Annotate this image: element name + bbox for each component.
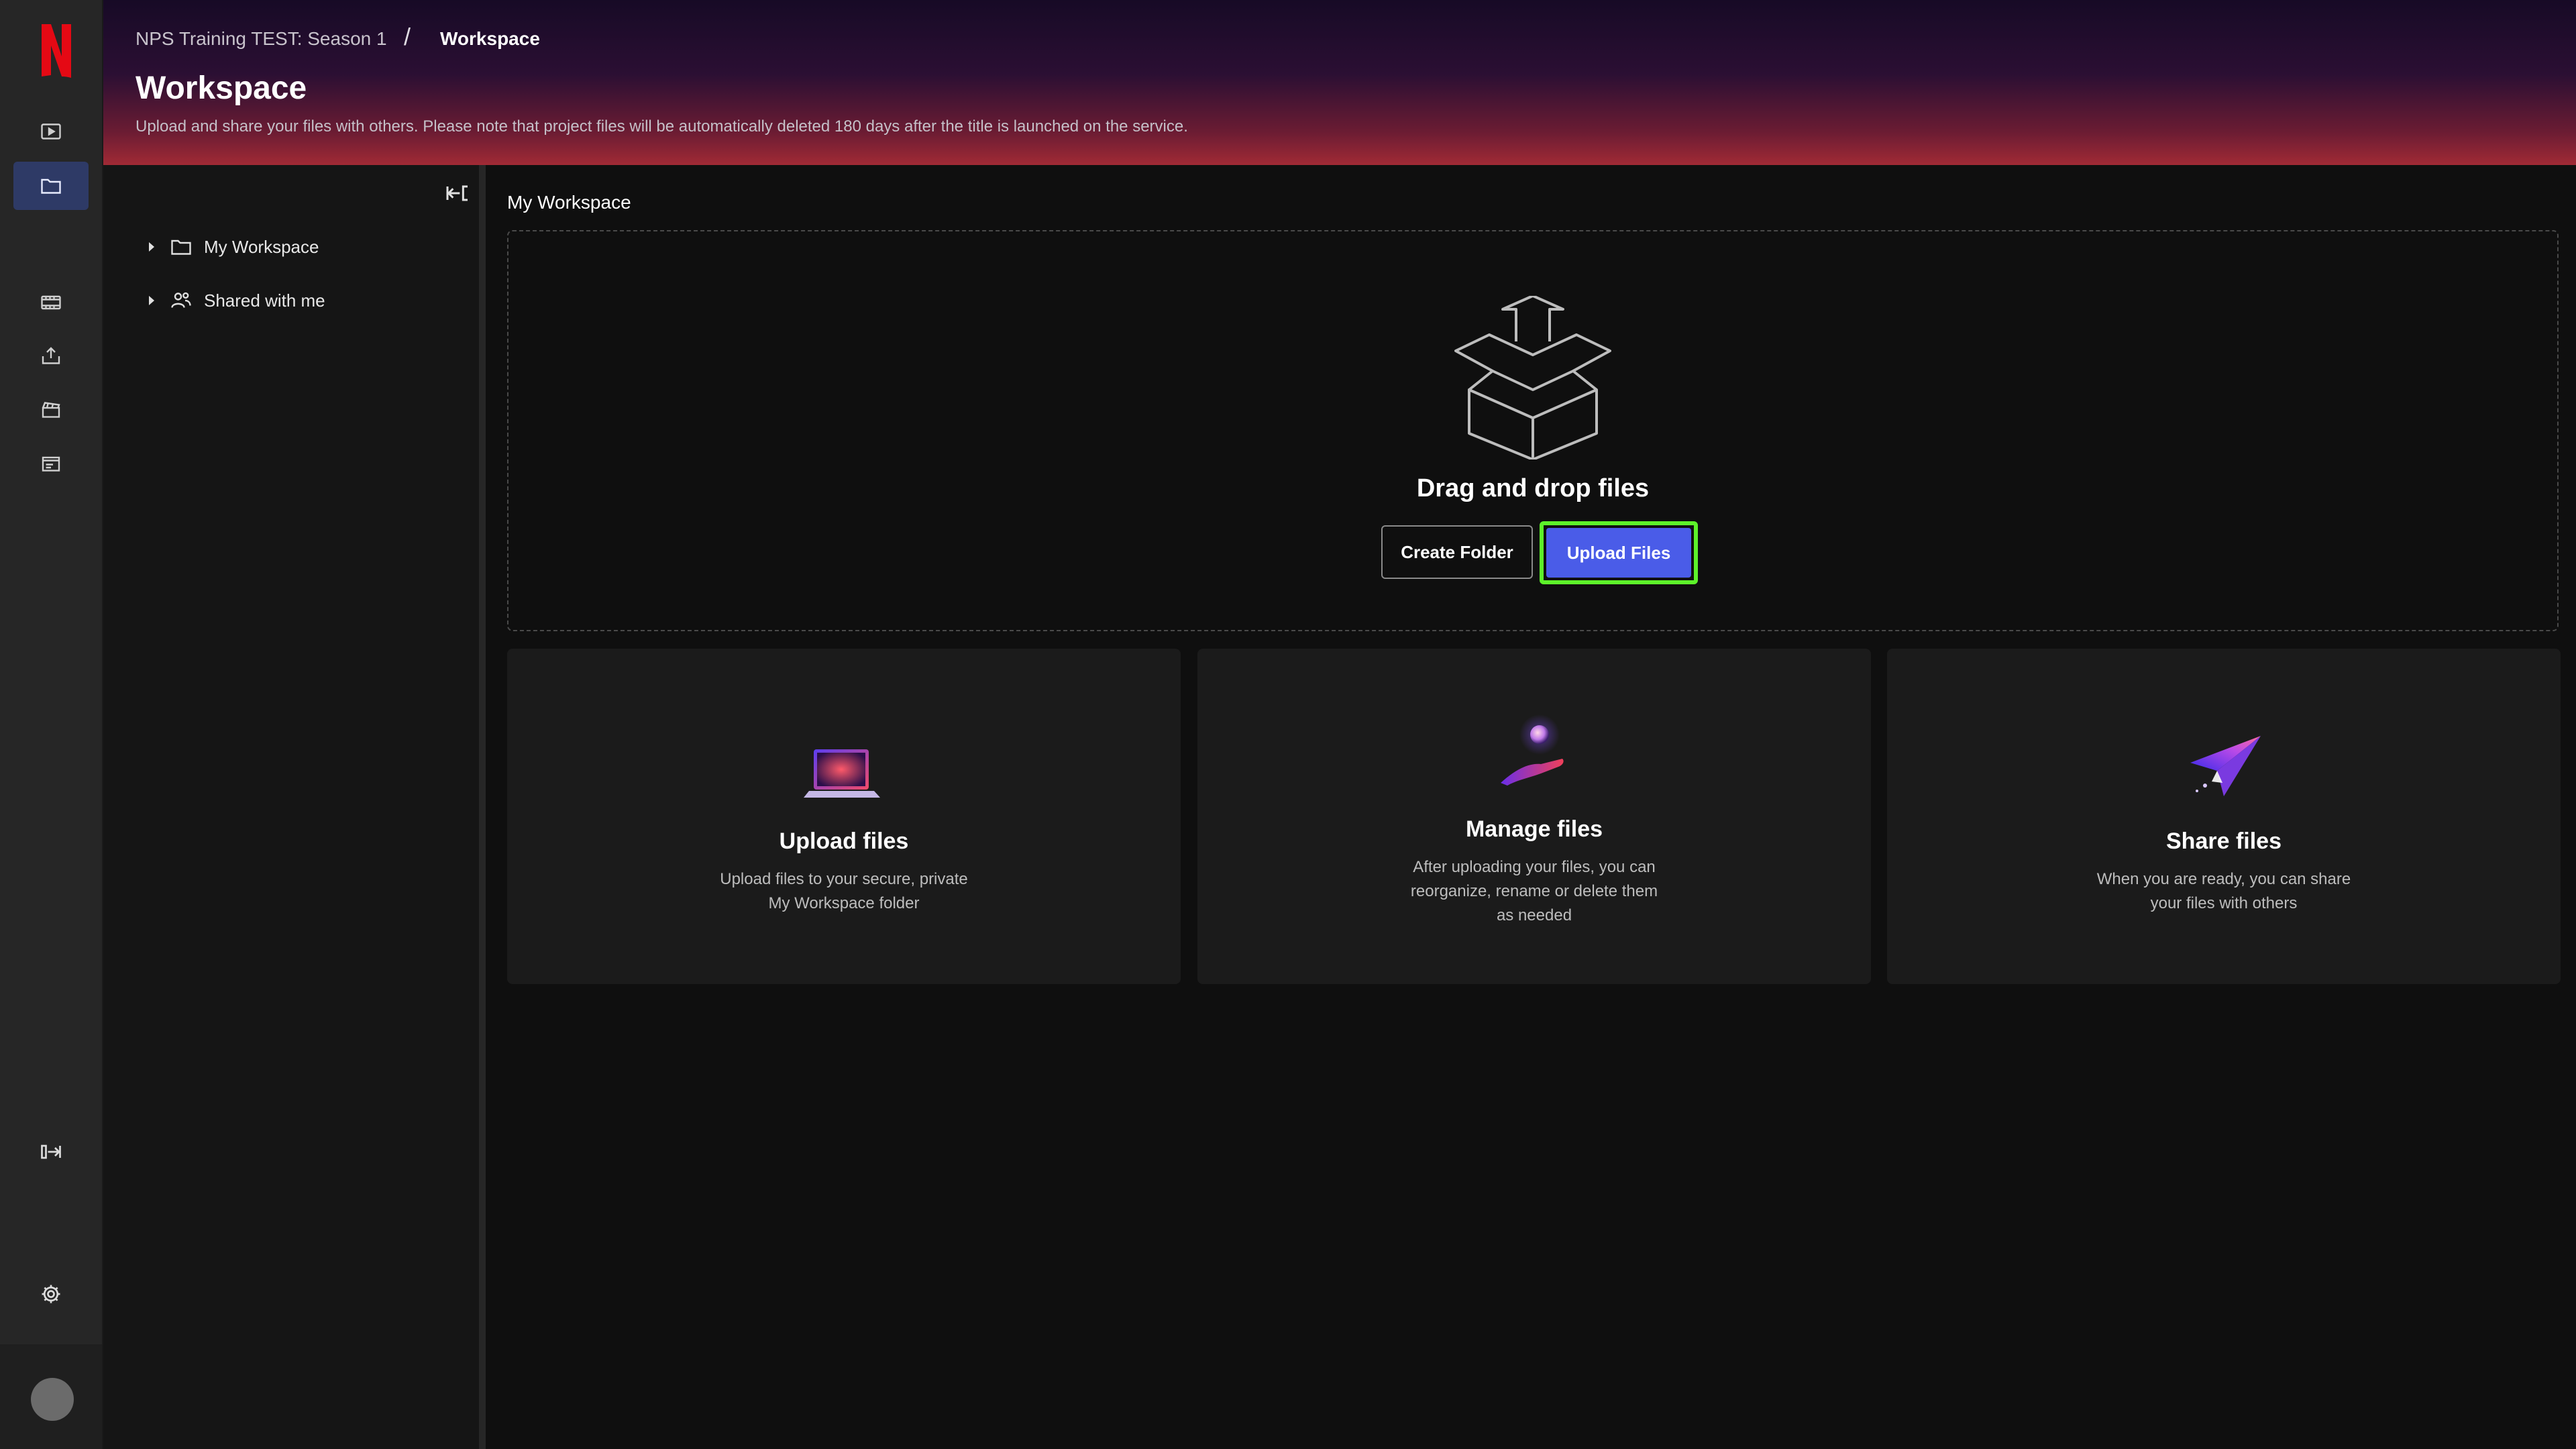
page-header: NPS Training TEST: Season 1 / Workspace … <box>103 0 2576 165</box>
tree-item-shared-with-me[interactable]: Shared with me <box>144 284 325 317</box>
upload-files-label: Upload Files <box>1546 528 1691 578</box>
card-description: After uploading your files, you can reor… <box>1410 858 1658 924</box>
page-title: Workspace <box>136 70 307 106</box>
clapperboard-icon <box>42 402 60 418</box>
breadcrumb-current: Workspace <box>440 28 540 49</box>
settings-button[interactable] <box>13 1270 89 1318</box>
nav-video-button[interactable] <box>13 107 89 156</box>
nav-upload-button[interactable] <box>13 332 89 380</box>
nav-workspace-button[interactable] <box>13 162 89 210</box>
caret-right-icon[interactable] <box>144 292 160 309</box>
page-description: Upload and share your files with others.… <box>136 117 1188 136</box>
upload-tray-icon <box>42 347 60 364</box>
netflix-logo[interactable] <box>39 24 74 78</box>
laptop-icon <box>804 749 880 798</box>
upload-files-button[interactable]: Upload Files <box>1540 521 1698 584</box>
folder-tree-panel: My Workspace Shared with me <box>103 165 486 1449</box>
avatar[interactable] <box>31 1378 74 1421</box>
nav-clapper-button[interactable] <box>13 386 89 434</box>
tree-item-label: My Workspace <box>204 236 319 257</box>
card-title: Upload files <box>779 828 909 854</box>
section-title: My Workspace <box>507 192 631 213</box>
tree-item-my-workspace[interactable]: My Workspace <box>144 231 319 263</box>
card-title: Share files <box>2166 828 2282 854</box>
play-icon <box>41 123 61 140</box>
card-description: Upload files to your secure, private My … <box>720 870 968 912</box>
card-description: When you are ready, you can share your f… <box>2096 870 2351 912</box>
schedule-list-icon <box>42 456 60 472</box>
collapse-panel-icon[interactable] <box>444 180 471 207</box>
folder-icon <box>171 239 191 255</box>
left-rail <box>0 0 103 1449</box>
hand-orb-icon <box>1501 714 1564 786</box>
shared-users-icon <box>171 292 191 308</box>
film-strip-icon <box>41 295 61 310</box>
create-folder-button[interactable]: Create Folder <box>1381 525 1533 579</box>
expand-icon <box>41 1144 61 1159</box>
drop-zone[interactable]: Drag and drop files Create Folder Upload… <box>507 230 2559 631</box>
open-box-upload-icon <box>1454 296 1611 460</box>
caret-right-icon[interactable] <box>144 239 160 255</box>
nav-schedule-button[interactable] <box>13 439 89 488</box>
tree-item-label: Shared with me <box>204 290 325 311</box>
info-card-share: Share files When you are ready, you can … <box>1887 649 2561 984</box>
paper-plane-icon <box>2190 736 2261 796</box>
card-title: Manage files <box>1465 816 1603 842</box>
info-card-manage: Manage files After uploading your files,… <box>1197 649 1871 984</box>
breadcrumb-parent[interactable]: NPS Training TEST: Season 1 <box>136 28 387 50</box>
expand-panel-button[interactable] <box>13 1128 89 1176</box>
drop-zone-title: Drag and drop files <box>1416 474 1650 502</box>
breadcrumb-separator: / <box>404 23 411 50</box>
info-card-upload: Upload files Upload files to your secure… <box>507 649 1181 984</box>
nav-film-button[interactable] <box>13 278 89 327</box>
gear-icon <box>42 1285 60 1303</box>
folder-icon <box>41 178 61 194</box>
